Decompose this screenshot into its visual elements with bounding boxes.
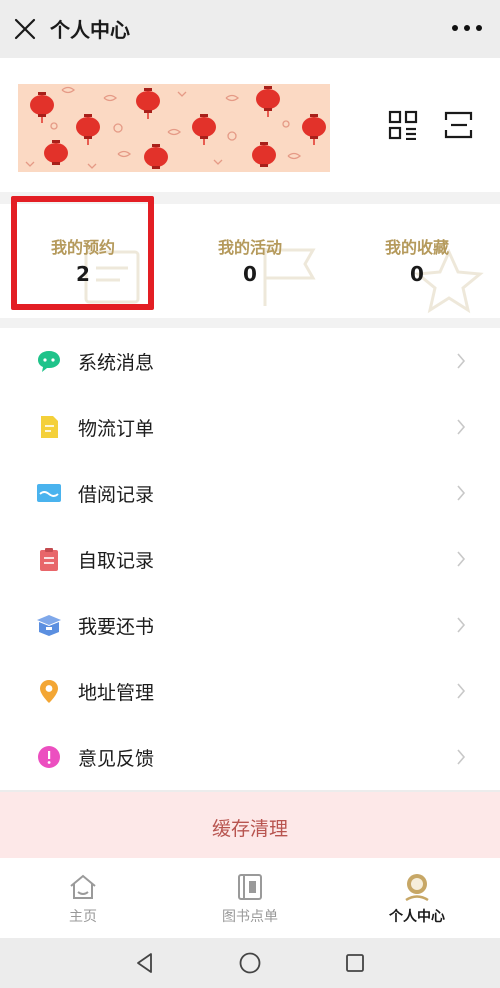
tab-profile[interactable]: 个人中心 <box>334 858 500 938</box>
section-divider <box>0 318 500 328</box>
chevron-right-icon <box>457 485 466 501</box>
menu-item-messages[interactable]: 系统消息 <box>0 328 500 394</box>
stat-label: 我的收藏 <box>384 238 449 257</box>
profile-header <box>0 58 500 192</box>
lantern-pattern <box>18 84 330 172</box>
menu-label: 物流订单 <box>78 418 155 440</box>
menu-item-pickup-records[interactable]: 自取记录 <box>0 526 500 592</box>
menu-label: 我要还书 <box>78 616 155 638</box>
cache-clear-label: 缓存清理 <box>211 818 288 840</box>
home-circle-icon[interactable] <box>238 951 262 975</box>
home-icon <box>70 874 96 899</box>
location-pin-icon <box>40 680 58 703</box>
menu-list: 系统消息 物流订单 借阅记录 自取记录 我要还书 地址管理 意见反馈 <box>0 328 500 790</box>
cache-clear-button[interactable]: 缓存清理 <box>0 792 500 858</box>
scan-icon[interactable] <box>444 110 474 140</box>
chevron-right-icon <box>457 353 466 369</box>
menu-item-return-book[interactable]: 我要还书 <box>0 592 500 658</box>
menu-label: 地址管理 <box>78 682 155 704</box>
stat-value: 0 <box>243 262 257 286</box>
stat-favorites[interactable]: 我的收藏 0 <box>334 204 500 318</box>
tab-label: 个人中心 <box>389 909 445 925</box>
clipboard-icon <box>40 548 58 571</box>
banner-image <box>18 84 330 172</box>
chevron-right-icon <box>457 551 466 567</box>
feedback-icon <box>38 746 60 768</box>
bottom-tab-bar: 主页 图书点单 个人中心 <box>0 858 500 938</box>
tab-label: 主页 <box>69 909 97 925</box>
menu-item-feedback[interactable]: 意见反馈 <box>0 724 500 790</box>
tab-home[interactable]: 主页 <box>0 858 166 938</box>
close-icon[interactable] <box>12 16 38 42</box>
menu-label: 借阅记录 <box>78 484 155 506</box>
profile-icon <box>405 874 429 902</box>
highlight-annotation <box>11 196 154 310</box>
chevron-right-icon <box>457 683 466 699</box>
recent-apps-icon[interactable] <box>343 951 367 975</box>
menu-label: 系统消息 <box>78 352 155 374</box>
stat-value: 0 <box>410 262 424 286</box>
more-icon[interactable] <box>452 18 482 38</box>
chat-bubble-icon <box>38 351 60 372</box>
chevron-right-icon <box>457 749 466 765</box>
menu-item-address[interactable]: 地址管理 <box>0 658 500 724</box>
book-icon <box>238 874 262 900</box>
tab-book-order[interactable]: 图书点单 <box>167 858 333 938</box>
title-bar: 个人中心 <box>0 0 500 58</box>
document-icon <box>41 416 58 438</box>
box-icon <box>37 615 61 636</box>
menu-label: 自取记录 <box>78 550 155 572</box>
tab-label: 图书点单 <box>222 909 278 925</box>
back-icon[interactable] <box>133 951 157 975</box>
menu-item-logistics[interactable]: 物流订单 <box>0 394 500 460</box>
chevron-right-icon <box>457 419 466 435</box>
page-title: 个人中心 <box>50 18 130 42</box>
stat-label: 我的活动 <box>217 238 282 257</box>
stat-activities[interactable]: 我的活动 0 <box>167 204 333 318</box>
chevron-right-icon <box>457 617 466 633</box>
qr-code-icon[interactable] <box>388 110 418 141</box>
system-nav-bar <box>0 938 500 988</box>
borrow-record-icon <box>37 484 61 502</box>
menu-label: 意见反馈 <box>78 748 155 770</box>
menu-item-borrow-records[interactable]: 借阅记录 <box>0 460 500 526</box>
